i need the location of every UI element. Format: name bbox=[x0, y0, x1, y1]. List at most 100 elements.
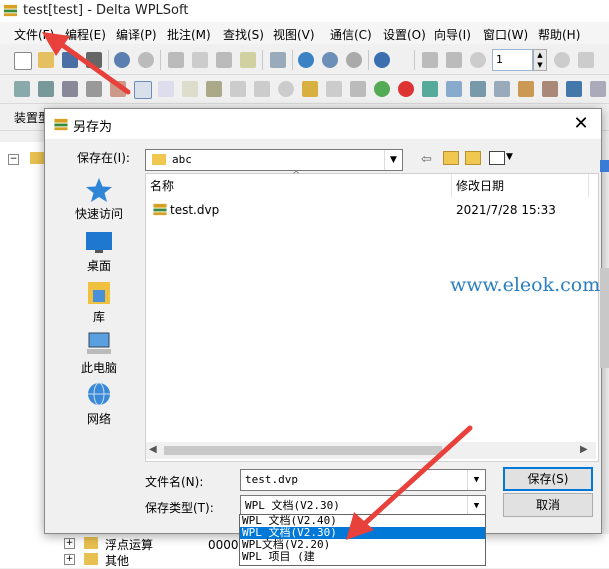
pc-link-icon[interactable] bbox=[566, 81, 582, 97]
file-modified: 2021/7/28 15:33 bbox=[456, 203, 556, 217]
save-icon[interactable] bbox=[62, 52, 78, 68]
tools-icon[interactable] bbox=[470, 81, 486, 97]
up-folder-icon[interactable] bbox=[443, 151, 459, 165]
redo-icon[interactable] bbox=[138, 52, 154, 68]
cancel-button[interactable]: 取消 bbox=[503, 493, 593, 517]
bulb-icon[interactable] bbox=[278, 81, 294, 97]
table-icon[interactable] bbox=[158, 81, 174, 97]
chevron-down-icon[interactable]: ▼ bbox=[384, 150, 402, 170]
filetype-option[interactable]: WPL 项目 (建 bbox=[240, 551, 485, 563]
paste-icon[interactable] bbox=[216, 52, 232, 68]
new-file-icon[interactable] bbox=[14, 52, 32, 70]
menu-communication[interactable]: 通信(C) bbox=[330, 26, 372, 43]
place-this-pc[interactable]: 此电脑 bbox=[59, 331, 139, 376]
place-label: 此电脑 bbox=[80, 361, 117, 375]
tree-expander[interactable]: + bbox=[64, 554, 75, 565]
column-header-name[interactable]: 名称 bbox=[150, 174, 174, 198]
copy-icon[interactable] bbox=[192, 52, 208, 68]
view-menu-icon[interactable] bbox=[489, 151, 505, 165]
device-icon[interactable] bbox=[326, 81, 342, 97]
tree-item-float[interactable]: 浮点运算 bbox=[105, 536, 153, 553]
sfc-mode-icon[interactable] bbox=[62, 81, 78, 97]
chevron-down-icon[interactable]: ▼ bbox=[467, 470, 485, 490]
pause-icon[interactable] bbox=[470, 52, 486, 68]
online-icon[interactable] bbox=[446, 52, 462, 68]
menu-search[interactable]: 查找(S) bbox=[223, 26, 264, 43]
standard-toolbar: 1 ▲ ▼ bbox=[0, 46, 609, 75]
help-icon[interactable] bbox=[374, 52, 390, 68]
scroll-right-icon[interactable]: ▶ bbox=[580, 444, 588, 455]
scrollbar-thumb[interactable] bbox=[164, 446, 442, 455]
horizontal-scrollbar[interactable]: ◀ ▶ bbox=[146, 442, 596, 459]
undo-icon[interactable] bbox=[114, 52, 130, 68]
column-divider[interactable] bbox=[588, 174, 589, 198]
code-icon[interactable] bbox=[494, 81, 510, 97]
menu-view[interactable]: 视图(V) bbox=[273, 26, 315, 43]
zoom-out-icon[interactable] bbox=[346, 52, 362, 68]
network-icon[interactable] bbox=[446, 81, 462, 97]
menu-settings[interactable]: 设置(O) bbox=[383, 26, 426, 43]
block-icon[interactable] bbox=[350, 81, 366, 97]
save-in-combo[interactable]: abc ▼ bbox=[145, 149, 403, 171]
menu-edit[interactable]: 编程(E) bbox=[65, 26, 106, 43]
config-icon[interactable] bbox=[542, 81, 558, 97]
toolbar-separator bbox=[160, 50, 161, 70]
module-icon[interactable] bbox=[590, 81, 606, 97]
transfer-icon[interactable] bbox=[422, 81, 438, 97]
rotate-icon[interactable] bbox=[270, 52, 286, 68]
find-icon[interactable] bbox=[298, 52, 314, 68]
menu-help[interactable]: 帮助(H) bbox=[538, 26, 580, 43]
file-row[interactable]: test.dvp 2021/7/28 15:33 bbox=[146, 200, 596, 220]
grid-active-icon[interactable] bbox=[134, 81, 152, 99]
menu-wizard[interactable]: 向导(I) bbox=[434, 26, 471, 43]
stop-icon[interactable] bbox=[554, 52, 570, 68]
place-network[interactable]: 网络 bbox=[59, 382, 139, 427]
brush-icon[interactable] bbox=[206, 81, 222, 97]
close-icon[interactable]: ✕ bbox=[571, 114, 591, 134]
menu-compile[interactable]: 编译(P) bbox=[116, 26, 157, 43]
filename-combo[interactable]: test.dvp ▼ bbox=[240, 469, 486, 491]
place-desktop[interactable]: 桌面 bbox=[59, 229, 139, 274]
tree-expander[interactable]: − bbox=[8, 154, 19, 165]
file-list[interactable]: 名称 ^ 修改日期 test.dvp 2021/7/28 15:33 ◀ ▶ bbox=[145, 170, 599, 462]
comment-icon[interactable] bbox=[230, 81, 246, 97]
filetype-dropdown-list: WPL 文档(V2.40) WPL 文档(V2.30) WPL文档(V2.20)… bbox=[239, 514, 486, 566]
place-libraries[interactable]: 库 bbox=[59, 280, 139, 325]
step-input[interactable]: 1 bbox=[492, 49, 533, 71]
edit-pencil-icon[interactable] bbox=[110, 81, 126, 97]
place-quick-access[interactable]: 快速访问 bbox=[59, 177, 139, 222]
tree-item-other[interactable]: 其他 bbox=[105, 552, 129, 569]
back-arrow-icon[interactable]: ⇦ bbox=[421, 152, 432, 167]
menu-comment[interactable]: 批注(M) bbox=[167, 26, 211, 43]
note-icon[interactable] bbox=[254, 81, 270, 97]
save-button[interactable]: 保存(S) bbox=[503, 467, 593, 491]
cut-icon[interactable] bbox=[168, 52, 184, 68]
column-header-modified[interactable]: 修改日期 bbox=[456, 174, 504, 198]
dialog-app-icon bbox=[54, 118, 68, 131]
print-icon[interactable] bbox=[86, 52, 102, 68]
zoom-in-icon[interactable] bbox=[322, 52, 338, 68]
column-divider[interactable] bbox=[451, 174, 452, 198]
open-folder-icon[interactable] bbox=[38, 52, 54, 68]
monitor-icon[interactable] bbox=[422, 52, 438, 68]
menu-window[interactable]: 窗口(W) bbox=[483, 26, 528, 43]
ladder-mode-icon[interactable] bbox=[14, 81, 30, 97]
chevron-down-icon[interactable]: ▼ bbox=[506, 152, 513, 162]
step-spinner[interactable]: ▲ ▼ bbox=[533, 49, 547, 71]
bookmark-icon[interactable] bbox=[302, 81, 318, 97]
device-comment-icon[interactable] bbox=[86, 81, 102, 97]
eraser-icon[interactable] bbox=[240, 52, 256, 68]
background-window-fragment bbox=[600, 160, 609, 172]
wizard-icon[interactable] bbox=[518, 81, 534, 97]
menu-file[interactable]: 文件(F) bbox=[14, 26, 54, 43]
stop-red-icon[interactable] bbox=[398, 81, 414, 97]
tree-expander[interactable]: + bbox=[64, 538, 75, 549]
chevron-down-icon[interactable]: ▼ bbox=[467, 496, 485, 516]
list-icon[interactable] bbox=[182, 81, 198, 97]
scroll-left-icon[interactable]: ◀ bbox=[149, 444, 157, 455]
instruction-mode-icon[interactable] bbox=[38, 81, 54, 97]
star-icon bbox=[86, 178, 112, 202]
new-folder-icon[interactable] bbox=[465, 151, 481, 165]
globe-icon[interactable] bbox=[374, 81, 390, 97]
run-icon[interactable] bbox=[578, 52, 594, 68]
